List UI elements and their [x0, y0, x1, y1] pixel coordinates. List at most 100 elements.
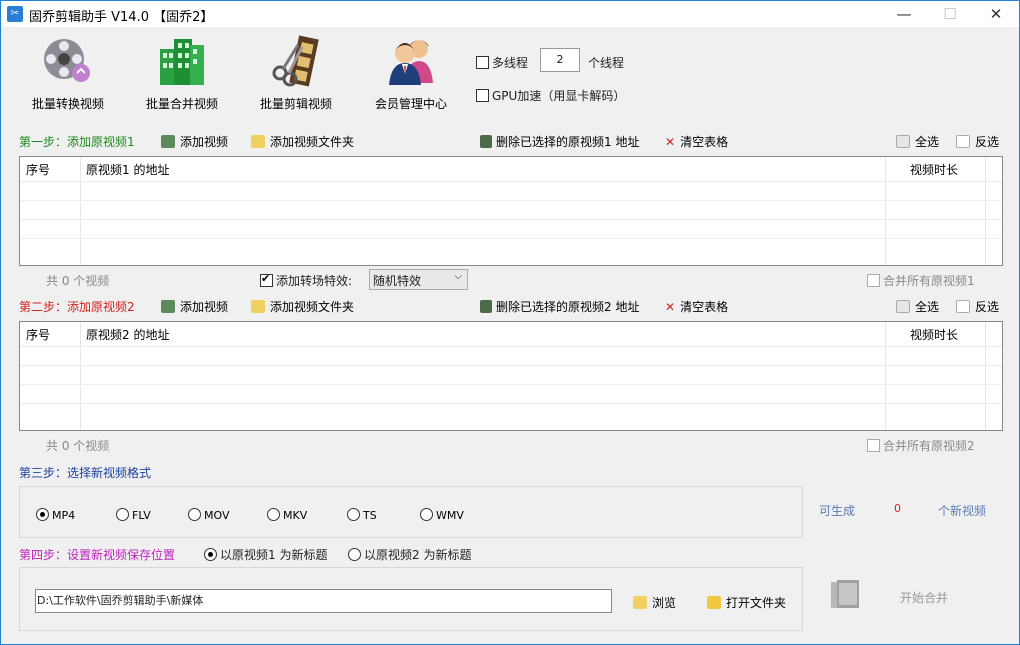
format-mkv-radio[interactable]: MKV [267, 508, 307, 522]
format-wmv-radio-dot[interactable] [420, 508, 433, 521]
format-mov-radio[interactable]: MOV [188, 508, 229, 522]
multithread-checkbox-box[interactable] [476, 56, 489, 69]
step1-video-table[interactable]: 序号 原视频1 的地址 视频时长 [19, 156, 1003, 266]
generate-unit-label: 个新视频 [938, 504, 987, 518]
step1-invert-button[interactable]: 反选 [956, 133, 999, 150]
format-flv-radio[interactable]: FLV [116, 508, 151, 522]
step1-delete-selected-button[interactable]: 删除已选择的原视频1 地址 [480, 133, 639, 150]
column-header-path[interactable]: 原视频1 的地址 [86, 161, 169, 178]
step1-select-all-label: 全选 [915, 135, 940, 149]
gpu-checkbox[interactable]: GPU加速（用显卡解码） [476, 87, 625, 104]
film-scissors-icon [268, 33, 324, 89]
step2-add-video-button[interactable]: 添加视频 [161, 298, 228, 315]
step1-clear-table-button[interactable]: ✕ 清空表格 [665, 133, 728, 150]
title-bar: ✂ 固乔剪辑助手 V14.0 【固乔2】 — ☐ ✕ [1, 1, 1019, 27]
save-path-input[interactable]: D:\工作软件\固乔剪辑助手\新媒体 [35, 589, 612, 613]
column-header-duration[interactable]: 视频时长 [910, 161, 958, 178]
step1-add-video-button[interactable]: 添加视频 [161, 133, 228, 150]
format-ts-label: TS [363, 509, 377, 522]
minimize-button[interactable]: — [881, 1, 927, 27]
film-add-icon [161, 135, 175, 148]
step1-count-text: 共 0 个视频 [46, 274, 110, 288]
step2-add-folder-button[interactable]: 添加视频文件夹 [251, 298, 354, 315]
step2-select-all-button[interactable]: 全选 [896, 298, 939, 315]
step2-add-video-label: 添加视频 [180, 300, 229, 314]
transition-label: 添加转场特效: [276, 274, 353, 288]
open-folder-button[interactable]: 打开文件夹 [707, 594, 786, 611]
title-option1-radio-dot[interactable] [204, 548, 217, 561]
merge-start-icon [829, 579, 863, 611]
thread-unit-label: 个线程 [588, 56, 625, 70]
transition-checkbox-box[interactable] [260, 272, 273, 287]
members-icon [383, 33, 439, 89]
step1-add-folder-label: 添加视频文件夹 [270, 135, 355, 149]
step1-clear-table-label: 清空表格 [680, 135, 729, 149]
step2-video-table[interactable]: 序号 原视频2 的地址 视频时长 [19, 321, 1003, 431]
merge-all-1-checkbox[interactable]: 合并所有原视频1 [867, 272, 975, 289]
column-header-path[interactable]: 原视频2 的地址 [86, 326, 169, 343]
transition-select[interactable]: 随机特效 ⌵ [369, 269, 468, 290]
film-reel-icon [40, 33, 96, 89]
multithread-checkbox[interactable]: 多线程 [476, 54, 528, 71]
title-option2-radio[interactable]: 以原视频2 为新标题 [348, 546, 471, 563]
format-mp4-label: MP4 [52, 509, 76, 522]
member-center-label: 会员管理中心 [374, 97, 447, 111]
gpu-checkbox-box[interactable] [476, 89, 489, 102]
title-option1-radio[interactable]: 以原视频1 为新标题 [204, 546, 327, 563]
format-mkv-label: MKV [283, 509, 308, 522]
invert-select-icon [956, 135, 970, 148]
merge-all-2-checkbox-box[interactable] [867, 439, 880, 452]
transition-select-value: 随机特效 [373, 274, 422, 288]
start-merge-button[interactable]: 开始合并 [900, 589, 948, 606]
member-center-tool[interactable]: 会员管理中心 [361, 33, 461, 112]
format-mp4-radio[interactable]: MP4 [36, 508, 75, 522]
transition-checkbox[interactable]: 添加转场特效: [260, 272, 352, 289]
step4-title: 第四步：设置新视频保存位置 [19, 548, 176, 562]
format-ts-radio[interactable]: TS [347, 508, 377, 522]
step1-select-all-button[interactable]: 全选 [896, 133, 939, 150]
step2-clear-table-button[interactable]: ✕ 清空表格 [665, 298, 728, 315]
format-flv-label: FLV [132, 509, 151, 522]
step2-invert-label: 反选 [975, 300, 1000, 314]
format-mov-radio-dot[interactable] [188, 508, 201, 521]
format-mov-label: MOV [204, 509, 230, 522]
format-mkv-radio-dot[interactable] [267, 508, 280, 521]
step1-add-folder-button[interactable]: 添加视频文件夹 [251, 133, 354, 150]
invert-select-icon [956, 300, 970, 313]
batch-edit-tool[interactable]: 批量剪辑视频 [246, 33, 346, 112]
folder-add-icon [251, 300, 265, 313]
app-scissors-icon: ✂ [7, 6, 23, 22]
thread-count-input[interactable]: 2 [540, 48, 580, 72]
format-mp4-radio-dot[interactable] [36, 508, 49, 521]
film-add-icon [161, 300, 175, 313]
select-all-icon [896, 300, 910, 313]
step2-invert-button[interactable]: 反选 [956, 298, 999, 315]
step2-clear-table-label: 清空表格 [680, 300, 729, 314]
folder-add-icon [251, 135, 265, 148]
step1-invert-label: 反选 [975, 135, 1000, 149]
title-option2-label: 以原视频2 为新标题 [364, 548, 472, 562]
step3-title: 第三步：选择新视频格式 [19, 466, 152, 480]
chevron-down-icon: ⌵ [454, 271, 462, 282]
title-option2-radio-dot[interactable] [348, 548, 361, 561]
merge-all-2-label: 合并所有原视频2 [883, 439, 975, 453]
close-button[interactable]: ✕ [973, 1, 1019, 27]
maximize-button[interactable]: ☐ [927, 1, 973, 27]
step2-delete-selected-button[interactable]: 删除已选择的原视频2 地址 [480, 298, 639, 315]
format-flv-radio-dot[interactable] [116, 508, 129, 521]
step2-title: 第二步：添加原视频2 [19, 300, 135, 314]
format-wmv-radio[interactable]: WMV [420, 508, 464, 522]
batch-merge-tool[interactable]: 批量合并视频 [132, 33, 232, 112]
format-ts-radio-dot[interactable] [347, 508, 360, 521]
column-header-index[interactable]: 序号 [26, 161, 50, 178]
batch-convert-tool[interactable]: 批量转换视频 [18, 33, 118, 112]
format-wmv-label: WMV [436, 509, 464, 522]
merge-all-1-checkbox-box[interactable] [867, 274, 880, 287]
browse-label: 浏览 [652, 596, 677, 610]
browse-button[interactable]: 浏览 [633, 594, 676, 611]
column-header-duration[interactable]: 视频时长 [910, 326, 958, 343]
step2-delete-selected-label: 删除已选择的原视频2 地址 [496, 300, 640, 314]
column-header-index[interactable]: 序号 [26, 326, 50, 343]
merge-all-2-checkbox[interactable]: 合并所有原视频2 [867, 437, 975, 454]
generate-count: 0 [894, 502, 901, 515]
